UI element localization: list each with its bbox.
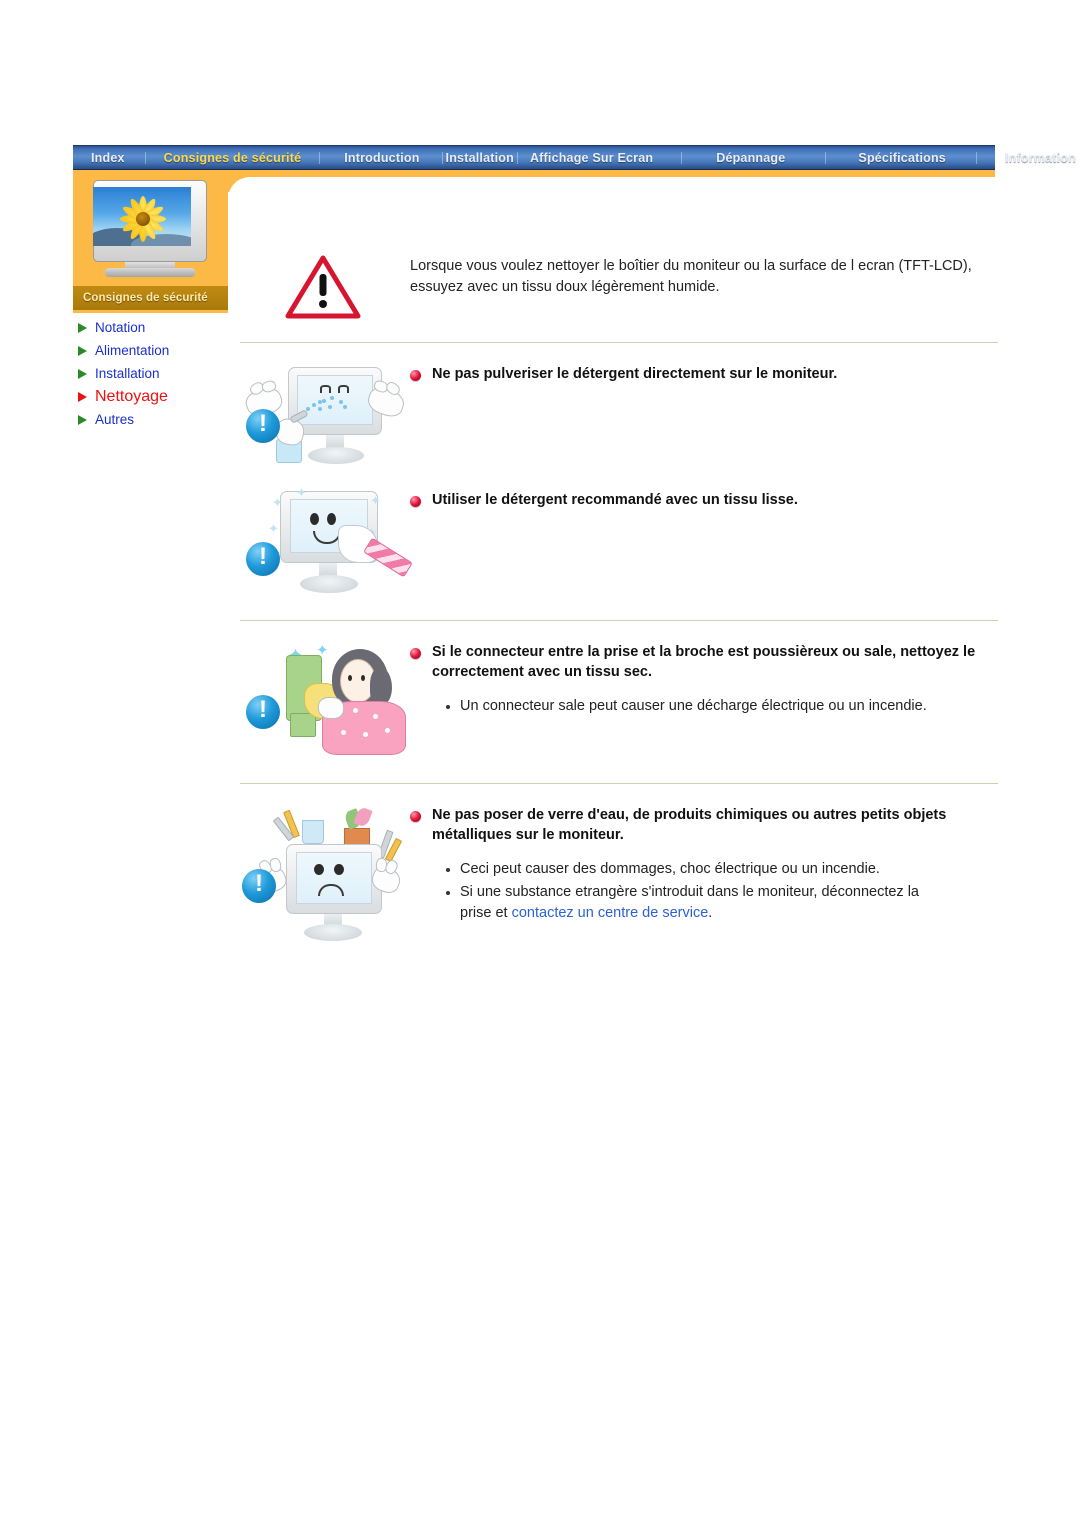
monitor-wipe-cloth-icon: ✦ ✦ ✦ ✦ ✦: [240, 485, 413, 602]
sidebar-item-label: Notation: [95, 320, 146, 335]
blue-exclamation-icon: [246, 695, 280, 729]
nav-item-information[interactable]: Information: [1005, 151, 1076, 165]
nav-separator: [144, 151, 146, 164]
blue-exclamation-icon: [242, 869, 276, 903]
section-heading-row: Utiliser le détergent recommandé avec un…: [410, 491, 998, 511]
list-item: Un connecteur sale peut causer une décha…: [446, 696, 950, 717]
section-text-column: Ne pas pulveriser le détergent directeme…: [410, 361, 998, 385]
sad-monitor-objects-icon: [240, 802, 410, 941]
page-root: Index Consignes de sécurité Introduction…: [0, 0, 1080, 1528]
content-white-fill: [228, 192, 998, 252]
section-text-column: Si le connecteur entre la prise et la br…: [410, 639, 998, 719]
monitor-sunflower-icon: [85, 180, 215, 280]
section-heading: Ne pas poser de verre d'eau, de produits…: [432, 807, 947, 843]
sidebar-item-autres[interactable]: Autres: [78, 408, 248, 431]
section-text-column: Utiliser le détergent recommandé avec un…: [410, 487, 998, 511]
main-content: Lorsque vous voulez nettoyer le boîtier …: [240, 252, 998, 952]
arrow-right-icon: [78, 322, 87, 333]
nav-item-installation[interactable]: Installation: [446, 151, 514, 165]
section-heading: Si le connecteur entre la prise et la br…: [432, 644, 976, 680]
intro-text-column: Lorsque vous voulez nettoyer le boîtier …: [410, 252, 998, 298]
section-heading: Utiliser le détergent recommandé avec un…: [432, 492, 798, 508]
red-sphere-bullet-icon: [410, 496, 421, 507]
intro-block: Lorsque vous voulez nettoyer le boîtier …: [240, 252, 998, 330]
section-bullet-list: Ceci peut causer des dommages, choc élec…: [410, 859, 998, 924]
nav-item-affichage-sur-ecran[interactable]: Affichage Sur Ecran: [530, 151, 653, 165]
nav-separator: [681, 151, 683, 164]
sidebar-item-alimentation[interactable]: Alimentation: [78, 339, 248, 362]
woman-cleaning-plug-icon: ✦ ✦: [240, 639, 410, 759]
section-heading-row: Ne pas poser de verre d'eau, de produits…: [410, 806, 998, 845]
arrow-right-icon: [78, 368, 87, 379]
red-sphere-bullet-icon: [410, 811, 421, 822]
nav-item-depannage[interactable]: Dépannage: [716, 151, 785, 165]
intro-illustration: [240, 252, 410, 320]
red-sphere-bullet-icon: [410, 370, 421, 381]
arrow-right-icon: [78, 345, 87, 356]
top-navigation-bar: Index Consignes de sécurité Introduction…: [73, 145, 1076, 170]
sidebar-item-label: Installation: [95, 366, 160, 381]
arrow-right-icon: [78, 391, 87, 402]
service-center-link[interactable]: contactez un centre de service: [512, 905, 709, 921]
list-item-text-after: .: [708, 905, 713, 922]
section-bullet-list: Un connecteur sale peut causer une décha…: [410, 696, 998, 717]
red-sphere-bullet-icon: [410, 648, 421, 659]
list-item: Si une substance etrangère s'introduit d…: [446, 882, 930, 924]
sidebar-link-list: Notation Alimentation Installation Netto…: [78, 316, 248, 431]
blue-exclamation-icon: [246, 409, 280, 443]
section-text-column: Ne pas poser de verre d'eau, de produits…: [410, 802, 998, 926]
sidebar-item-nettoyage[interactable]: Nettoyage: [78, 385, 248, 408]
nav-separator: [319, 151, 321, 164]
nav-item-specifications[interactable]: Spécifications: [858, 151, 946, 165]
sidebar-item-label: Alimentation: [95, 343, 170, 358]
nav-separator: [975, 151, 977, 164]
section-no-objects: Ne pas poser de verre d'eau, de produits…: [240, 784, 998, 952]
section-connector-dust: ✦ ✦: [240, 621, 998, 777]
sidebar-item-label: Autres: [95, 412, 135, 427]
nav-item-index[interactable]: Index: [91, 151, 125, 165]
arrow-right-icon: [78, 414, 87, 425]
section-no-spray: Ne pas pulveriser le détergent directeme…: [240, 343, 998, 481]
section-heading: Ne pas pulveriser le détergent directeme…: [432, 366, 838, 382]
sidebar-item-notation[interactable]: Notation: [78, 316, 248, 339]
section-heading-row: Si le connecteur entre la prise et la br…: [410, 643, 998, 682]
warning-triangle-icon: [285, 254, 361, 320]
sidebar-panel-caption: Consignes de sécurité: [73, 286, 228, 310]
blue-exclamation-icon: [246, 542, 280, 576]
section-recommended-detergent: ✦ ✦ ✦ ✦ ✦ Utiliser le détergent recomman…: [240, 481, 998, 612]
list-item: Ceci peut causer des dommages, choc élec…: [446, 859, 980, 880]
nav-separator: [825, 151, 827, 164]
nav-item-consignes-de-securite[interactable]: Consignes de sécurité: [164, 151, 302, 165]
nav-item-introduction[interactable]: Introduction: [344, 151, 419, 165]
nav-separator: [441, 151, 443, 164]
sidebar-item-label: Nettoyage: [95, 387, 168, 405]
intro-paragraph: Lorsque vous voulez nettoyer le boîtier …: [410, 258, 972, 296]
sidebar-item-installation[interactable]: Installation: [78, 362, 248, 385]
section-heading-row: Ne pas pulveriser le détergent directeme…: [410, 365, 998, 385]
monitor-spray-bottle-icon: [240, 361, 410, 471]
nav-separator: [516, 151, 518, 164]
